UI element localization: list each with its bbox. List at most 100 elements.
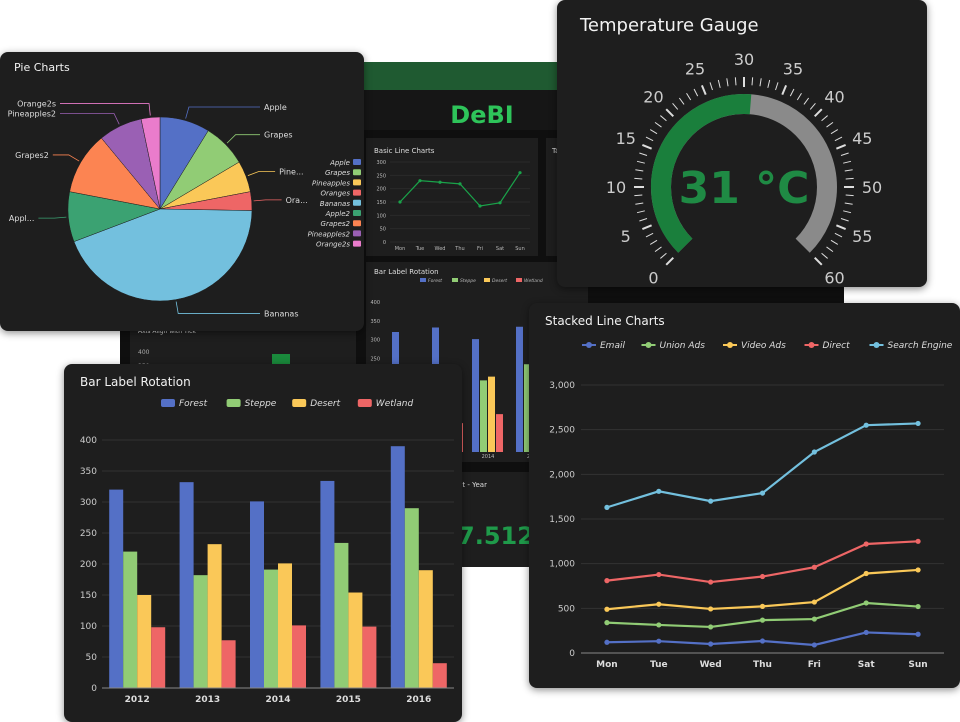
bar-steppe[interactable]	[193, 575, 208, 688]
line-point[interactable]	[811, 616, 817, 622]
line-axis: Mon Tue Wed Thu Fri Sat Sun	[581, 652, 944, 670]
bar-wetland[interactable]	[292, 625, 306, 688]
bar-steppe[interactable]	[334, 542, 349, 688]
line-point[interactable]	[656, 638, 662, 644]
bar-y-tick: 350	[80, 467, 97, 477]
bar-wetland[interactable]	[432, 663, 447, 688]
pie-legend-swatch[interactable]	[353, 189, 361, 196]
line-point[interactable]	[915, 631, 921, 637]
pie-legend-swatch[interactable]	[353, 230, 361, 237]
pie-legend-swatch[interactable]	[353, 220, 361, 227]
line-point[interactable]	[656, 488, 662, 494]
pie-legend-swatch[interactable]	[353, 210, 361, 216]
bar-legend[interactable]: Forest Steppe Desert Wetland	[161, 399, 413, 409]
line-point[interactable]	[811, 449, 817, 455]
bar-desert[interactable]	[137, 595, 152, 688]
line-point[interactable]	[656, 571, 662, 578]
mini-bar-y-tick: 300	[370, 338, 380, 344]
line-point[interactable]	[759, 603, 766, 609]
mini-bar-y-tick: 350	[370, 319, 380, 325]
gauge-tick	[826, 121, 834, 128]
line-point[interactable]	[915, 603, 921, 610]
gauge-tick	[641, 143, 652, 150]
line-point[interactable]	[656, 622, 662, 628]
bar-legend-swatch[interactable]	[292, 399, 307, 407]
bar-desert[interactable]	[207, 544, 222, 688]
line-point[interactable]	[604, 578, 610, 584]
line-point[interactable]	[604, 639, 610, 645]
line-point[interactable]	[708, 641, 714, 647]
line-point[interactable]	[759, 638, 766, 644]
bar-desert[interactable]	[418, 570, 433, 688]
bar-wetland[interactable]	[362, 626, 377, 688]
pie-label-line	[52, 154, 80, 162]
line-point[interactable]	[863, 422, 869, 428]
mini-line-y-tick: 250	[376, 173, 386, 179]
bar-legend-swatch[interactable]	[357, 399, 372, 407]
line-point[interactable]	[708, 498, 714, 504]
mini-line-y-tick: 300	[376, 160, 386, 166]
line-y-tick: 0	[569, 649, 575, 659]
line-point[interactable]	[759, 490, 766, 496]
gauge-tick	[649, 239, 658, 245]
gauge-tick	[821, 115, 828, 122]
gauge-tick-label: 35	[783, 60, 803, 79]
pie-slice-label: Appl...	[9, 214, 34, 223]
bar-forest[interactable]	[179, 482, 194, 688]
line-point[interactable]	[811, 599, 817, 605]
pie-legend-swatch[interactable]	[353, 179, 361, 186]
line-point[interactable]	[604, 606, 610, 612]
bar-desert[interactable]	[348, 592, 363, 688]
bar-forest[interactable]	[109, 489, 124, 688]
line-point[interactable]	[708, 579, 714, 585]
line-point[interactable]	[863, 600, 869, 606]
line-y-tick: 1,500	[549, 515, 575, 525]
gauge-tick	[840, 218, 849, 222]
bar-wetland[interactable]	[151, 627, 166, 688]
line-legend-dot	[645, 342, 652, 348]
bar-forest[interactable]	[250, 501, 264, 688]
mini-bar-legend-swatch	[452, 278, 458, 282]
gauge-tick	[843, 210, 852, 214]
line-point[interactable]	[863, 541, 869, 547]
line-point[interactable]	[759, 617, 766, 623]
bar-steppe[interactable]	[404, 508, 419, 688]
line-point[interactable]	[863, 629, 869, 636]
pie-legend-label: Oranges	[320, 190, 350, 198]
line-point[interactable]	[811, 564, 817, 570]
pie-legend-label: Bananas	[320, 200, 351, 208]
bar-legend-swatch[interactable]	[226, 399, 241, 407]
line-point[interactable]	[915, 538, 921, 544]
gauge-tick	[634, 177, 643, 180]
line-point[interactable]	[915, 420, 921, 427]
pie-legend[interactable]: Apple Grapes Pineapples Oranges Bananas Apple…	[308, 159, 361, 249]
bar-forest[interactable]	[390, 446, 405, 688]
line-point[interactable]	[708, 624, 714, 630]
line-point[interactable]	[604, 620, 610, 626]
pie-legend-swatch[interactable]	[353, 240, 361, 247]
line-point[interactable]	[915, 567, 921, 573]
line-point[interactable]	[811, 642, 817, 648]
line-point[interactable]	[759, 573, 766, 580]
line-point[interactable]	[604, 504, 610, 510]
line-point[interactable]	[656, 601, 662, 607]
line-y-tick: 1,000	[549, 560, 575, 570]
pie-chart-canvas: Apple Grapes Pine... Ora... Bananas Appl... Gr…	[8, 100, 361, 318]
line-legend[interactable]: Email Union Ads Video Ads Direct Search Engi…	[582, 341, 953, 351]
line-point[interactable]	[708, 606, 714, 612]
line-x-tick: Thu	[753, 660, 772, 670]
pie-legend-swatch[interactable]	[353, 199, 361, 206]
mini-bar-y-tick: 250	[370, 356, 380, 362]
bar-steppe[interactable]	[264, 569, 278, 688]
pie-legend-label: Orange2s	[316, 241, 350, 249]
gauge-tick	[717, 79, 721, 88]
bar-wetland[interactable]	[221, 640, 236, 688]
bar-forest[interactable]	[320, 480, 335, 688]
line-point[interactable]	[863, 570, 869, 577]
bar-steppe[interactable]	[123, 551, 138, 688]
pie-legend-swatch[interactable]	[353, 169, 361, 176]
bar-legend-swatch[interactable]	[161, 399, 175, 407]
bar-desert[interactable]	[278, 563, 292, 688]
gauge-tick	[834, 136, 843, 142]
pie-legend-swatch[interactable]	[353, 159, 361, 165]
